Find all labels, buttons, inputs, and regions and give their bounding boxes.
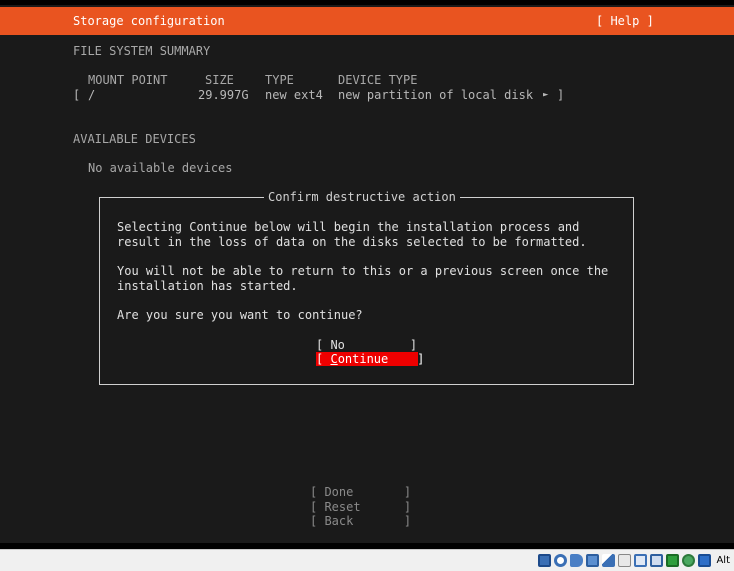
host-key-label: Alt xyxy=(716,555,730,566)
continue-rest: ontinue ] xyxy=(337,352,425,366)
page-title: Storage configuration xyxy=(73,14,225,28)
dialog-line-1: Selecting Continue below will begin the … xyxy=(117,220,580,234)
mouse-integration-icon[interactable] xyxy=(682,554,696,567)
done-button[interactable]: [ Done ] xyxy=(310,485,411,499)
row-close-bracket: ] xyxy=(557,88,565,102)
vm-screen: Storage configuration [ Help ] FILE SYST… xyxy=(0,0,734,549)
audio-icon[interactable] xyxy=(570,554,584,567)
dialog-line-3: You will not be able to return to this o… xyxy=(117,264,609,278)
row-mount: / xyxy=(88,88,96,102)
network-icon[interactable] xyxy=(586,554,600,567)
row-size: 29.997G xyxy=(198,88,249,102)
row-open-bracket: [ xyxy=(73,88,81,102)
shared-folder-icon[interactable] xyxy=(618,554,632,567)
header-bar: Storage configuration [ Help ] xyxy=(0,7,734,35)
available-devices-heading: AVAILABLE DEVICES xyxy=(73,132,196,146)
help-button[interactable]: [ Help ] xyxy=(596,14,654,28)
back-button[interactable]: [ Back ] xyxy=(310,514,411,528)
status-tray: Alt xyxy=(538,553,730,568)
fs-summary-heading: FILE SYSTEM SUMMARY xyxy=(73,44,211,58)
dialog-line-2: result in the loss of data on the disks … xyxy=(117,235,587,249)
row-arrow-icon[interactable]: ► xyxy=(543,88,548,102)
col-type: TYPE xyxy=(265,73,294,87)
continue-open: [ xyxy=(316,352,331,366)
col-size: SIZE xyxy=(205,73,234,87)
vm-status-bar: Alt xyxy=(0,549,734,571)
no-button[interactable]: [ No ] xyxy=(316,338,417,352)
usb-icon[interactable] xyxy=(602,554,616,567)
display-icon[interactable] xyxy=(634,554,648,567)
keyboard-icon[interactable] xyxy=(698,554,712,567)
row-device: new partition of local disk xyxy=(338,88,534,102)
cd-icon[interactable] xyxy=(554,554,568,567)
top-edge xyxy=(0,0,734,5)
no-devices-text: No available devices xyxy=(88,161,233,175)
col-device-type: DEVICE TYPE xyxy=(338,73,418,87)
recording-icon[interactable] xyxy=(650,554,664,567)
reset-button[interactable]: [ Reset ] xyxy=(310,500,411,514)
disk-icon[interactable] xyxy=(538,554,552,567)
dialog-question: Are you sure you want to continue? xyxy=(117,308,363,322)
row-type: new ext4 xyxy=(265,88,323,102)
cpu-icon[interactable] xyxy=(666,554,680,567)
col-mount-point: MOUNT POINT xyxy=(88,73,168,87)
continue-button[interactable]: [ Continue ] xyxy=(316,352,424,366)
continue-hotkey: C xyxy=(330,352,338,366)
dialog-title: Confirm destructive action xyxy=(264,190,460,204)
dialog-line-4: installation has started. xyxy=(117,279,298,293)
